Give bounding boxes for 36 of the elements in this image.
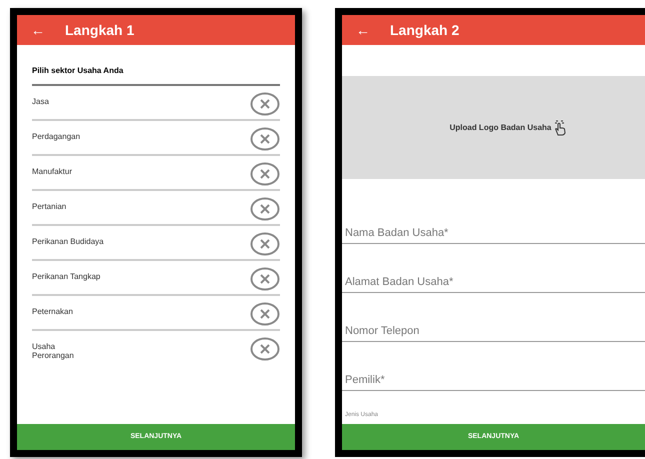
pointing-hand-icon	[553, 120, 568, 136]
close-icon[interactable]	[250, 302, 280, 326]
close-icon[interactable]	[250, 337, 280, 361]
sector-item[interactable]: Perikanan Tangkap	[32, 261, 280, 296]
back-button[interactable]: ←	[356, 20, 370, 40]
logo-upload-area[interactable]: Upload Logo Badan Usaha	[342, 76, 645, 179]
close-icon[interactable]	[250, 197, 280, 221]
close-icon[interactable]	[250, 92, 280, 116]
close-icon[interactable]	[250, 267, 280, 291]
sector-name: Jasa	[32, 96, 49, 106]
input-field[interactable]: Pemilik*	[342, 370, 645, 391]
close-icon[interactable]	[250, 232, 280, 256]
screen-title: Langkah 1	[65, 20, 134, 40]
sector-item[interactable]: Pertanian	[32, 191, 280, 226]
sector-item[interactable]: Peternakan	[32, 296, 280, 331]
sector-item[interactable]: Jasa	[32, 86, 280, 121]
back-button[interactable]: ←	[31, 20, 45, 40]
sector-name: Peternakan	[32, 306, 73, 316]
close-icon[interactable]	[250, 127, 280, 151]
sector-name: Pertanian	[32, 201, 66, 211]
sector-name: Perikanan Tangkap	[32, 271, 100, 281]
input-field[interactable]: Alamat Badan Usaha*	[342, 272, 645, 293]
sector-item[interactable]: Perdagangan	[32, 121, 280, 156]
sector-item[interactable]: Perikanan Budidaya	[32, 226, 280, 261]
sector-item[interactable]: Usaha Perorangan	[32, 331, 280, 366]
input-field[interactable]: Nama Badan Usaha*	[342, 223, 645, 244]
sector-name: Perdagangan	[32, 131, 80, 141]
upload-label: Upload Logo Badan Usaha	[450, 122, 552, 134]
sector-name: Perikanan Budidaya	[32, 236, 104, 246]
sector-name: Manufaktur	[32, 166, 72, 176]
sector-name: Usaha Perorangan	[32, 341, 74, 360]
close-icon[interactable]	[250, 162, 280, 186]
section-label: Pilih sektor Usaha Anda	[32, 66, 124, 75]
screen-title: Langkah 2	[390, 20, 460, 40]
sector-item[interactable]: Manufaktur	[32, 156, 280, 191]
input-field[interactable]: Nomor Telepon	[342, 321, 645, 342]
